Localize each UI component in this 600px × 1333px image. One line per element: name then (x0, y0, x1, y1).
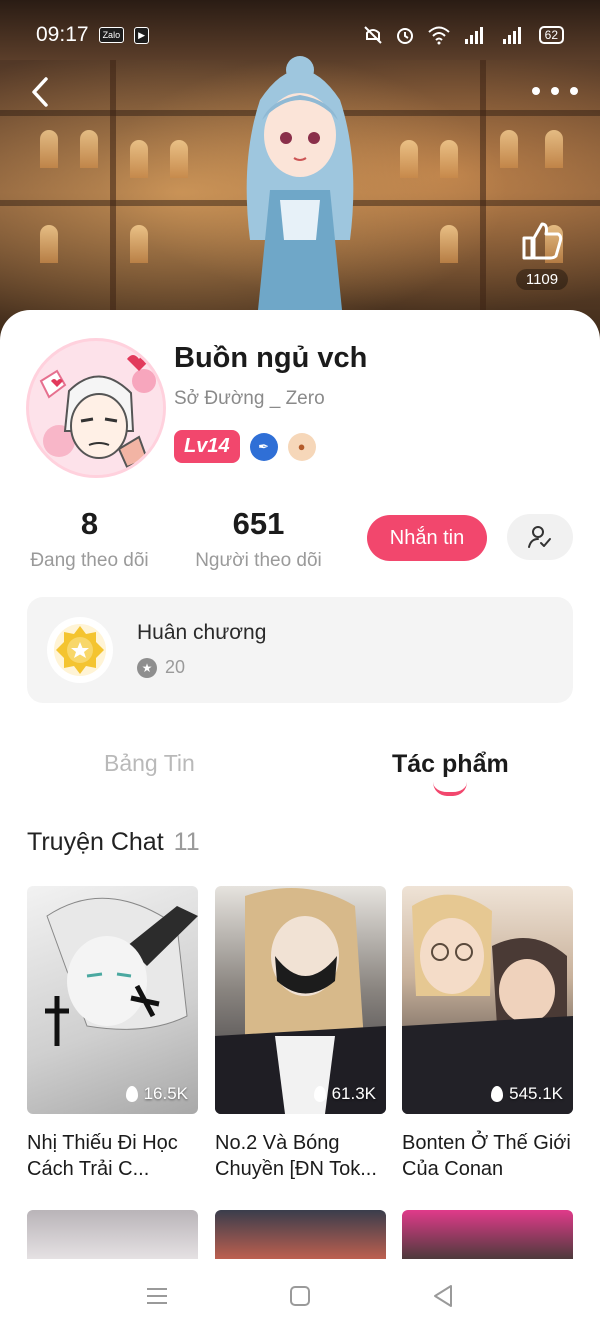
story-card-partial[interactable] (402, 1210, 573, 1260)
building-window (440, 140, 458, 178)
flame-icon (491, 1086, 504, 1102)
building-pillar (480, 60, 486, 310)
flame-icon (125, 1086, 138, 1102)
section-title: Truyện Chat 11 (27, 828, 200, 857)
medal-icon (47, 617, 113, 683)
like-count: 1109 (515, 269, 569, 290)
alarm-icon (396, 28, 413, 44)
system-navigation-bar (0, 1259, 600, 1333)
story-title: Nhị Thiếu Đi Học Cách Trải C... (27, 1132, 178, 1180)
tab-works[interactable]: Tác phẩm (392, 750, 509, 779)
building-window (440, 225, 458, 263)
wifi-icon (427, 26, 450, 45)
back-button[interactable] (22, 70, 58, 114)
avatar-illustration (31, 343, 163, 475)
following-stat[interactable]: 8 Đang theo dõi (27, 506, 152, 572)
profile-sheet: Buồn ngủ vch Sở Đường _ Zero Lv14 ✒ ● 8 … (0, 310, 600, 1333)
status-icons: 62 (363, 25, 564, 45)
building-window (130, 140, 148, 178)
section-title-text: Truyện Chat (27, 828, 164, 856)
profile-name: Buồn ngủ vch (174, 342, 368, 374)
view-count-text: 61.3K (331, 1084, 376, 1103)
back-nav-button[interactable] (430, 1283, 456, 1309)
home-square-icon (290, 1286, 310, 1306)
view-count-text: 545.1K (509, 1084, 563, 1103)
flame-icon (313, 1086, 326, 1102)
badge-row: Lv14 ✒ ● (174, 430, 316, 463)
profile-subtitle: Sở Đường _ Zero (174, 388, 325, 409)
section-count: 11 (173, 828, 200, 856)
story-card[interactable]: 545.1K Bonten Ở Thế Giới Của Conan (402, 886, 573, 1182)
story-cover: 545.1K (402, 886, 573, 1114)
story-cover: 61.3K (215, 886, 386, 1114)
medal-title: Huân chương (137, 621, 267, 644)
building-window (500, 130, 518, 168)
mute-icon (363, 26, 382, 44)
cat-badge-icon[interactable]: ● (287, 432, 316, 461)
story-card[interactable]: 61.3K No.2 Và Bóng Chuyền [ĐN Tok... (215, 886, 386, 1182)
profile-avatar[interactable] (26, 338, 166, 478)
story-card[interactable]: 16.5K Nhị Thiếu Đi Học Cách Trải C... (27, 886, 198, 1182)
status-bar: 09:17 Zalo ▶ 62 (0, 0, 600, 70)
followers-stat[interactable]: 651 Người theo dõi (192, 506, 325, 572)
star-icon: ★ (137, 657, 157, 678)
view-count-text: 16.5K (143, 1084, 188, 1103)
view-count: 545.1K (491, 1084, 563, 1104)
tab-news-feed[interactable]: Bảng Tin (104, 750, 195, 777)
message-button[interactable]: Nhắn tin (367, 515, 487, 561)
building-window (40, 130, 58, 168)
story-title: Bonten Ở Thế Giới Của Conan (402, 1132, 571, 1180)
story-cover-art (215, 888, 386, 1114)
tab-active-indicator (433, 782, 467, 796)
pen-badge-icon[interactable]: ✒ (249, 432, 278, 461)
medal-count-row: ★ 20 (137, 657, 185, 678)
thumbs-up-icon (522, 222, 563, 260)
building-window (80, 130, 98, 168)
back-triangle-icon (434, 1285, 452, 1307)
story-card-partial[interactable] (215, 1210, 386, 1260)
menu-nav-button[interactable] (144, 1283, 170, 1309)
menu-icon (147, 1288, 167, 1304)
story-cover-art (402, 894, 573, 1114)
building-window (545, 130, 563, 168)
story-card-partial[interactable] (27, 1210, 198, 1260)
zalo-notification-icon: Zalo (98, 27, 125, 43)
story-title: No.2 Và Bóng Chuyền [ĐN Tok... (215, 1132, 377, 1180)
signal-icon (464, 27, 483, 44)
anime-character-avatar (246, 56, 354, 330)
chevron-left-icon (32, 77, 48, 107)
view-count: 16.5K (125, 1084, 188, 1104)
more-dot-icon (551, 87, 559, 95)
following-label: Đang theo dõi (30, 550, 149, 571)
battery-icon: 62 (538, 26, 564, 44)
building-pillar (110, 60, 116, 310)
followers-label: Người theo dõi (195, 550, 322, 571)
more-dot-icon (532, 87, 540, 95)
level-badge[interactable]: Lv14 (174, 430, 240, 463)
followers-count: 651 (232, 506, 285, 541)
more-dot-icon (570, 87, 578, 95)
building-window (40, 225, 58, 263)
following-count: 8 (80, 506, 99, 541)
signal-icon-2 (502, 27, 521, 44)
building-window (130, 225, 148, 263)
gold-medal-icon (54, 624, 106, 676)
building-window (170, 140, 188, 178)
youtube-notification-icon: ▶ (134, 26, 149, 44)
like-button[interactable]: 1109 (512, 218, 572, 290)
more-options-button[interactable] (532, 78, 578, 104)
home-nav-button[interactable] (287, 1283, 313, 1309)
building-window (400, 140, 418, 178)
view-count: 61.3K (313, 1084, 376, 1104)
story-cover-art (45, 897, 198, 1046)
medal-card[interactable]: Huân chương ★ 20 (27, 597, 573, 703)
user-check-icon (528, 526, 551, 548)
story-cover: 16.5K (27, 886, 198, 1114)
follow-status-button[interactable] (507, 514, 573, 560)
status-time: 09:17 (36, 23, 89, 46)
profile-banner: 09:17 Zalo ▶ 62 1109 (0, 0, 600, 350)
medal-count: 20 (165, 657, 186, 677)
